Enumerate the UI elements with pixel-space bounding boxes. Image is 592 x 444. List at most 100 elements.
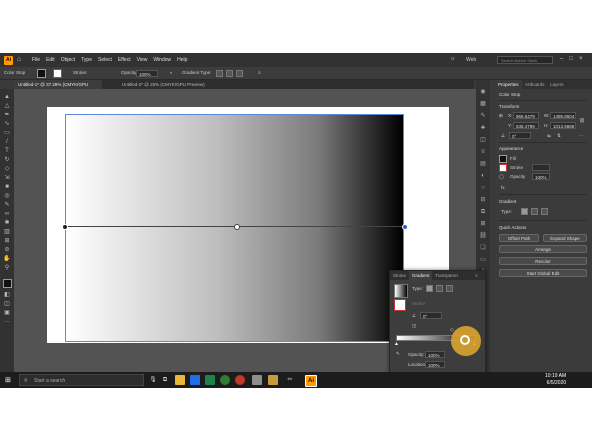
appearance-panel-icon[interactable]: ○ (479, 184, 487, 192)
gradient-midpoint[interactable] (234, 224, 240, 230)
notes-icon[interactable] (268, 375, 278, 385)
rectangle-tool-icon[interactable]: ▭ (3, 129, 11, 137)
y-field[interactable]: 535.4799 p (513, 122, 539, 136)
taskbar-clock[interactable]: 10:19 AM 6/5/2020 (545, 373, 566, 387)
tab-transparency[interactable]: Transparen (432, 271, 461, 280)
microphone-icon[interactable]: 🎙 (148, 375, 158, 385)
tab-artboards[interactable]: Artboards (522, 80, 548, 89)
recolor-icon[interactable]: ◐ (170, 69, 173, 77)
file-explorer-icon[interactable] (175, 375, 185, 385)
eyedropper-icon[interactable]: ✎ (396, 351, 400, 357)
tab-untitled-2[interactable]: Untitled-2* @ 25% (CMYK/GPU Preview) (118, 80, 210, 89)
close-icon[interactable]: × (579, 56, 583, 62)
offset-path-button[interactable]: Offset Path (499, 234, 539, 242)
shape-builder-tool-icon[interactable]: ◎ (3, 192, 11, 200)
pathfinder-panel-icon[interactable]: ⧉ (479, 208, 487, 216)
symbol-sprayer-tool-icon[interactable]: ✱ (3, 219, 11, 227)
stop-opacity-field[interactable]: 100% (425, 351, 445, 358)
rotation-field[interactable]: 0° (509, 132, 531, 139)
photos-icon[interactable] (235, 375, 245, 385)
stop-location-field[interactable]: 100% (425, 361, 445, 368)
curvature-tool-icon[interactable]: ∿ (3, 120, 11, 128)
gradient-start-stop[interactable] (62, 224, 68, 230)
type-tool-icon[interactable]: T (3, 147, 11, 155)
radial-gradient-button[interactable] (436, 285, 443, 292)
tab-stroke[interactable]: Stroke (390, 271, 409, 280)
color-mode-icon[interactable]: ◧ (3, 291, 11, 299)
color-panel-icon[interactable]: ◉ (479, 88, 487, 96)
artboards-panel-icon[interactable]: ▭ (479, 256, 487, 264)
draw-mode-icon[interactable]: ◫ (3, 300, 11, 308)
radial-gradient-button[interactable] (226, 70, 233, 77)
gradient-panel-icon[interactable]: ▤ (479, 160, 487, 168)
menu-file[interactable]: File (32, 57, 40, 63)
linear-gradient-button[interactable] (521, 208, 528, 215)
stroke-label[interactable]: Stroke (510, 165, 523, 170)
eraser-tool-icon[interactable]: ◇ (3, 165, 11, 173)
paintbrush-tool-icon[interactable]: / (3, 138, 11, 146)
screen-mode-icon[interactable]: ▣ (3, 309, 11, 317)
stroke-swatch[interactable] (53, 69, 62, 78)
fill-swatch[interactable] (499, 155, 507, 163)
brushes-panel-icon[interactable]: ✎ (479, 112, 487, 120)
links-panel-icon[interactable]: ⛓ (479, 232, 487, 240)
home-icon[interactable]: ⌂ (17, 56, 21, 63)
taskbar-search-input[interactable]: ⚲ Start a search (19, 374, 144, 386)
tab-properties[interactable]: Properties (495, 80, 522, 89)
constrain-proportions-icon[interactable]: ⛓ (579, 118, 585, 124)
calculator-icon[interactable] (252, 375, 262, 385)
freeform-gradient-button[interactable] (446, 285, 453, 292)
menu-view[interactable]: View (137, 57, 148, 63)
flip-vertical-icon[interactable]: ⇅ (557, 133, 561, 139)
workspace-switcher[interactable]: Web (466, 57, 476, 63)
symbols-panel-icon[interactable]: ♣ (479, 124, 487, 132)
tab-untitled-1[interactable]: Untitled-1* @ 37.28% (CMYK/GPU Preview) (14, 80, 102, 96)
slice-tool-icon[interactable]: ⊘ (3, 246, 11, 254)
fill-stroke-swatch-icon[interactable] (3, 279, 12, 288)
transform-panel-icon[interactable]: ⊞ (479, 220, 487, 228)
excel-icon[interactable] (205, 375, 215, 385)
flip-horizontal-icon[interactable]: ⇋ (547, 133, 551, 139)
linear-gradient-button[interactable] (216, 70, 223, 77)
blend-tool-icon[interactable]: ∞ (3, 210, 11, 218)
illustrator-taskbar-icon[interactable]: Ai (305, 375, 317, 387)
x-field[interactable]: 966.5479 p (513, 112, 539, 126)
task-view-icon[interactable]: ⧉ (160, 375, 170, 385)
minimize-icon[interactable]: – (560, 56, 563, 62)
h-field[interactable]: 1013.6888 (550, 122, 576, 129)
opacity-field[interactable]: 100% (532, 173, 550, 180)
gradient-angle-field[interactable]: 0° (420, 312, 442, 319)
pen-tool-icon[interactable]: ✒ (3, 111, 11, 119)
lightbulb-icon[interactable]: ☼ (450, 56, 456, 62)
menu-window[interactable]: Window (153, 57, 171, 63)
tab-gradient[interactable]: Gradient (409, 271, 433, 280)
eyedropper-tool-icon[interactable]: ✎ (3, 201, 11, 209)
linear-gradient-button[interactable] (426, 285, 433, 292)
transparency-panel-icon[interactable]: ◐ (479, 172, 487, 180)
expand-shape-button[interactable]: Expand Shape (543, 234, 587, 242)
artboard-tool-icon[interactable]: ⊞ (3, 237, 11, 245)
recolor-button[interactable]: Recolor (499, 257, 587, 265)
scale-tool-icon[interactable]: ⇲ (3, 174, 11, 182)
start-global-edit-button[interactable]: Start Global Edit (499, 269, 587, 277)
stock-search-input[interactable]: Search Adobe Stock (497, 56, 553, 64)
direct-selection-tool-icon[interactable]: △ (3, 102, 11, 110)
freeform-gradient-button[interactable] (236, 70, 243, 77)
maximize-icon[interactable]: □ (569, 56, 573, 62)
menu-effect[interactable]: Effect (118, 57, 131, 63)
more-tools-icon[interactable]: ··· (3, 318, 11, 326)
graph-tool-icon[interactable]: ▥ (3, 228, 11, 236)
radial-gradient-button[interactable] (531, 208, 538, 215)
menu-object[interactable]: Object (61, 57, 75, 63)
layers-panel-icon[interactable]: ❏ (479, 244, 487, 252)
menu-type[interactable]: Type (81, 57, 92, 63)
hand-tool-icon[interactable]: ✋ (3, 255, 11, 263)
selection-tool-icon[interactable]: ▲ (3, 93, 11, 101)
gradient-stop-white[interactable]: ▲ (394, 341, 399, 347)
tools-icon[interactable]: ✂ (285, 375, 295, 385)
gradient-thumbnail[interactable] (394, 284, 408, 298)
menu-edit[interactable]: Edit (46, 57, 55, 63)
gradient-tool-icon[interactable]: ■ (3, 183, 11, 191)
stroke-swatch[interactable] (499, 164, 507, 172)
windows-start-icon[interactable]: ⊞ (5, 376, 11, 384)
